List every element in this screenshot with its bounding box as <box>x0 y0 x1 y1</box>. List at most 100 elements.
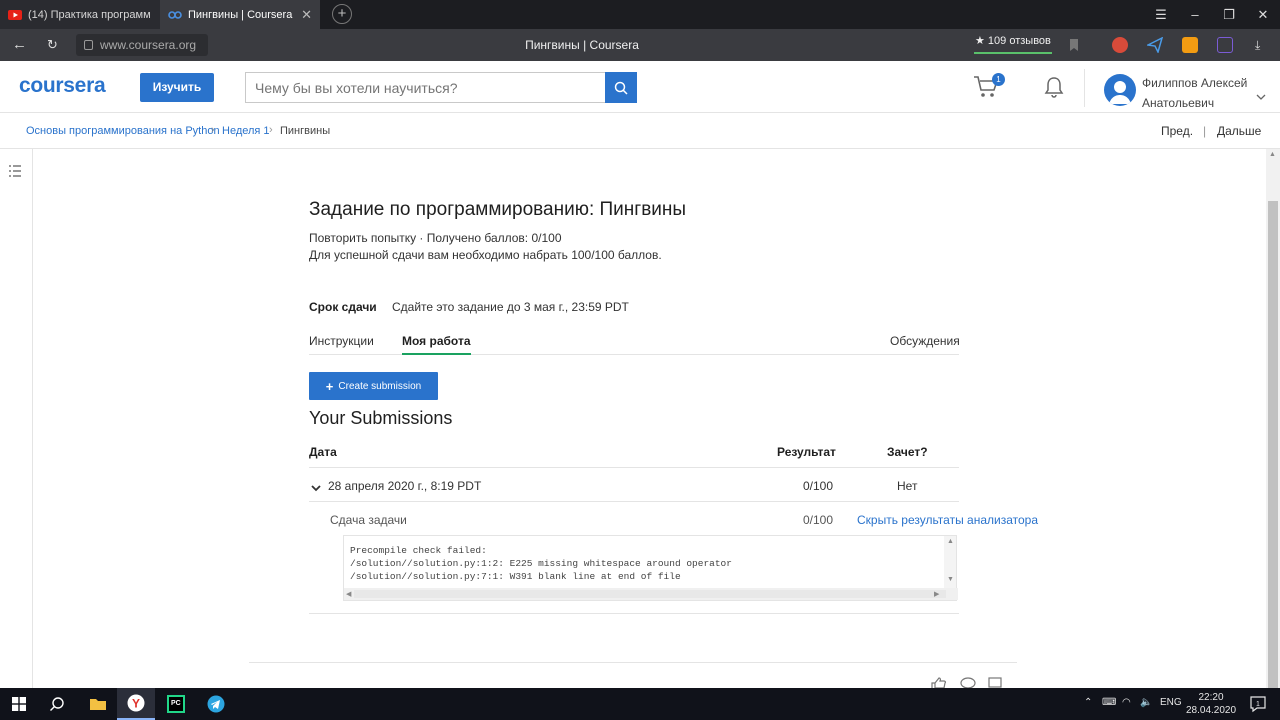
language-indicator[interactable]: ENG <box>1160 697 1182 708</box>
assignment-title: Задание по программированию: Пингвины <box>309 199 687 220</box>
prev-link[interactable]: Пред. <box>1161 124 1193 138</box>
restore-icon[interactable]: ❐ <box>1212 7 1246 23</box>
extension-icon[interactable] <box>1217 37 1233 53</box>
close-window-icon[interactable]: ✕ <box>1246 7 1280 23</box>
scroll-up-icon[interactable]: ▲ <box>947 538 954 545</box>
extension-avatar-icon[interactable] <box>1112 37 1128 53</box>
left-rail <box>0 149 33 688</box>
main-content: Задание по программированию: Пингвины По… <box>34 149 1266 690</box>
section-divider <box>309 613 959 614</box>
submission-passed: Нет <box>897 479 918 493</box>
avatar[interactable] <box>1104 74 1136 106</box>
pass-requirement: Для успешной сдачи вам необходимо набрат… <box>309 248 662 262</box>
search-input[interactable] <box>245 72 607 103</box>
header-divider <box>1084 69 1085 107</box>
breadcrumb-week[interactable]: Неделя 1 <box>222 125 270 137</box>
browser-tab-youtube[interactable]: (14) Практика программ <box>0 0 160 29</box>
window-controls: ☰ – ❐ ✕ <box>1144 0 1280 29</box>
svg-text:Y: Y <box>132 697 140 711</box>
column-result: Результат <box>777 445 836 459</box>
windows-taskbar: Y PC ⌃ ⌨ ◠ 🔈 ENG 22:20 28.04.2020 1 <box>0 688 1280 720</box>
download-icon[interactable]: ⤓ <box>1255 38 1260 53</box>
scroll-right-icon[interactable]: ▶ <box>934 590 939 598</box>
submission-date: 28 апреля 2020 г., 8:19 PDT <box>328 479 482 493</box>
column-passed: Зачет? <box>887 445 928 459</box>
tab-instructions[interactable]: Инструкции <box>309 334 374 355</box>
file-explorer-icon[interactable] <box>79 688 117 720</box>
search-button[interactable] <box>605 72 637 103</box>
breadcrumb-current: Пингвины <box>280 125 331 137</box>
scroll-up-icon[interactable]: ▲ <box>1269 151 1276 158</box>
horizontal-scrollbar[interactable]: ◀ ▶ <box>344 588 958 600</box>
wifi-icon[interactable]: ◠ <box>1122 697 1131 708</box>
svg-text:1: 1 <box>1256 701 1260 708</box>
chevron-down-icon[interactable] <box>1256 87 1266 105</box>
scroll-left-icon[interactable]: ◀ <box>346 590 351 598</box>
submission-part-row: Сдача задачи 0/100 Скрыть результаты ана… <box>309 503 1059 535</box>
chevron-right-icon: › <box>211 124 215 136</box>
close-tab-icon[interactable]: ✕ <box>301 7 312 23</box>
coursera-logo[interactable]: coursera <box>19 74 106 98</box>
tab-title: (14) Практика программ <box>28 8 151 21</box>
svg-text:PC: PC <box>171 700 181 707</box>
table-row[interactable]: 28 апреля 2020 г., 8:19 PDT 0/100 Нет <box>309 469 959 502</box>
user-name[interactable]: Филиппов Алексей Анатольевич <box>1142 73 1252 113</box>
page-scroll-thumb[interactable] <box>1268 201 1278 688</box>
tray-expand-icon[interactable]: ⌃ <box>1084 697 1092 708</box>
notifications-icon[interactable]: 1 <box>1248 694 1268 714</box>
menu-icon[interactable]: ☰ <box>1144 7 1178 23</box>
cart-count-badge: 1 <box>992 73 1005 86</box>
bookmark-icon[interactable] <box>1068 38 1084 54</box>
outline-list-icon[interactable] <box>8 164 22 183</box>
tab-my-work[interactable]: Моя работа <box>402 334 471 355</box>
next-link[interactable]: Дальше <box>1217 124 1261 138</box>
tab-title: Пингвины | Coursera <box>188 8 293 21</box>
clock[interactable]: 22:20 28.04.2020 <box>1186 691 1236 717</box>
prevnext-separator: | <box>1203 124 1207 138</box>
new-tab-button[interactable]: + <box>332 4 352 24</box>
page-scrollbar[interactable]: ▲ <box>1266 149 1280 688</box>
reviews-underline <box>974 52 1052 54</box>
scroll-down-icon[interactable]: ▼ <box>947 576 954 583</box>
breadcrumb: Основы программирования на Python › Неде… <box>0 113 1280 149</box>
scroll-thumb[interactable] <box>354 590 946 598</box>
part-label: Сдача задачи <box>330 513 407 527</box>
coursera-favicon <box>168 8 182 22</box>
pycharm-icon[interactable]: PC <box>157 688 195 720</box>
windows-start-icon[interactable] <box>0 688 38 720</box>
grader-output[interactable]: Precompile check failed: /solution//solu… <box>343 535 958 601</box>
vertical-scrollbar[interactable]: ▲ ▼ <box>944 536 956 588</box>
site-header: coursera Изучить 1 Филиппов Алексей Анат… <box>0 61 1280 113</box>
breadcrumb-course[interactable]: Основы программирования на Python <box>26 125 220 137</box>
tray-keyboard-icon[interactable]: ⌨ <box>1102 697 1116 708</box>
hide-analyzer-results-link[interactable]: Скрыть результаты анализатора <box>857 513 1038 527</box>
bell-icon[interactable] <box>1044 76 1064 103</box>
yandex-browser-icon[interactable]: Y <box>117 688 155 720</box>
chevron-down-icon[interactable] <box>311 481 321 495</box>
tab-discussions[interactable]: Обсуждения <box>890 334 960 355</box>
clock-date: 28.04.2020 <box>1186 705 1237 716</box>
attempt-status: Повторить попытку · Получено баллов: 0/1… <box>309 231 562 245</box>
clock-time: 22:20 <box>1198 692 1224 703</box>
browser-tab-bar: (14) Практика программ Пингвины | Course… <box>0 0 1280 29</box>
volume-icon[interactable]: 🔈 <box>1140 697 1152 708</box>
due-text: Сдайте это задание до 3 мая г., 23:59 PD… <box>392 300 629 314</box>
user-name-line1: Филиппов Алексей <box>1142 76 1248 90</box>
send-icon[interactable] <box>1145 36 1164 55</box>
telegram-icon[interactable] <box>197 688 235 720</box>
reviews-text: ★ 109 отзывов <box>975 35 1051 47</box>
part-score: 0/100 <box>803 513 834 527</box>
search-icon[interactable] <box>38 688 76 720</box>
due-label: Срок сдачи <box>309 300 377 314</box>
chevron-right-icon: › <box>269 124 273 136</box>
footer-divider <box>249 662 1017 663</box>
assignment-tabs: Инструкции Моя работа Обсуждения <box>309 334 960 355</box>
browser-tab-coursera[interactable]: Пингвины | Coursera ✕ <box>160 0 320 29</box>
grader-output-text: Precompile check failed: /solution//solu… <box>350 545 732 582</box>
submissions-title: Your Submissions <box>309 408 453 428</box>
learn-button[interactable]: Изучить <box>140 73 214 102</box>
create-submission-button[interactable]: + Create submission <box>309 372 438 400</box>
minimize-icon[interactable]: – <box>1178 7 1212 22</box>
reviews-badge[interactable]: ★ 109 отзывов <box>972 34 1054 54</box>
whatsapp-icon[interactable] <box>1182 37 1198 53</box>
